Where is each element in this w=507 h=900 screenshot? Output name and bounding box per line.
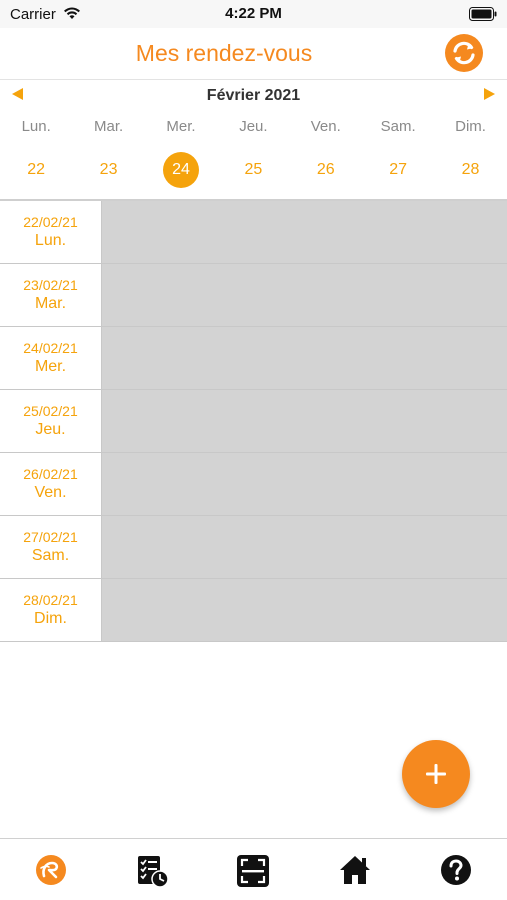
tab-bar — [0, 838, 507, 900]
agenda-weekday: Ven. — [34, 484, 67, 501]
agenda-date-cell: 28/02/21 Dim. — [0, 579, 102, 641]
agenda-weekday: Sam. — [31, 547, 70, 564]
agenda-slot[interactable] — [102, 579, 507, 641]
home-icon — [339, 856, 370, 884]
agenda-row: 27/02/21 Sam. — [0, 516, 507, 579]
agenda-slot[interactable] — [102, 327, 507, 389]
calendar-day[interactable]: 27 — [362, 152, 434, 188]
weekday-label: Dim. — [455, 118, 486, 135]
agenda-date-cell: 22/02/21 Lun. — [0, 201, 102, 263]
add-appointment-button[interactable] — [402, 740, 470, 808]
agenda-row: 25/02/21 Jeu. — [0, 390, 507, 453]
agenda-weekday: Dim. — [34, 610, 67, 627]
calendar-day-number: 27 — [389, 161, 408, 178]
agenda-slot[interactable] — [102, 516, 507, 578]
agenda-date: 22/02/21 — [23, 214, 78, 230]
agenda-date-cell: 27/02/21 Sam. — [0, 516, 102, 578]
tab-appointments[interactable] — [0, 839, 101, 900]
calendar-day-number: 24 — [162, 152, 199, 188]
next-week-icon[interactable] — [484, 88, 495, 100]
status-time: 4:22 PM — [225, 5, 282, 22]
battery-icon — [469, 7, 497, 26]
plus-icon — [426, 764, 446, 784]
sync-button[interactable] — [445, 34, 483, 72]
agenda-slot[interactable] — [102, 453, 507, 515]
checklist-clock-icon — [138, 856, 169, 888]
page-title: Mes rendez-vous — [135, 40, 313, 66]
calendar-day-number: 22 — [27, 161, 46, 178]
agenda-row: 22/02/21 Lun. — [0, 201, 507, 264]
agenda-date-cell: 26/02/21 Ven. — [0, 453, 102, 515]
calendar-day[interactable]: 26 — [290, 152, 362, 188]
calendar-day[interactable]: 22 — [0, 152, 72, 188]
agenda-row: 28/02/21 Dim. — [0, 579, 507, 642]
calendar-day[interactable]: 28 — [434, 152, 506, 188]
calendar-day-number: 28 — [461, 161, 480, 178]
sync-icon — [453, 41, 475, 65]
weekday-label: Ven. — [310, 118, 341, 135]
calendar-day[interactable]: 23 — [72, 152, 144, 188]
agenda-weekday: Lun. — [34, 232, 67, 249]
status-bar: Carrier 4:22 PM — [0, 0, 507, 28]
calendar-day-selected[interactable]: 24 — [145, 152, 217, 188]
tab-scan[interactable] — [203, 839, 304, 900]
calendar-day-number: 25 — [244, 161, 263, 178]
agenda-row: 23/02/21 Mar. — [0, 264, 507, 327]
agenda-slot[interactable] — [102, 390, 507, 452]
weekday-label: Mar. — [93, 118, 124, 135]
tab-tasks[interactable] — [101, 839, 202, 900]
week-days: 22 23 24 25 26 27 28 — [0, 152, 507, 188]
agenda-row: 26/02/21 Ven. — [0, 453, 507, 516]
calendar-nav: Février 2021 — [0, 82, 507, 110]
agenda-date: 27/02/21 — [23, 529, 78, 545]
scan-icon — [237, 855, 270, 887]
agenda-slot[interactable] — [102, 264, 507, 326]
weekday-label: Jeu. — [239, 118, 268, 135]
agenda-date: 28/02/21 — [23, 592, 78, 608]
calendar-day-number: 26 — [316, 161, 335, 178]
tab-help[interactable] — [406, 839, 507, 900]
agenda-date: 25/02/21 — [23, 403, 78, 419]
help-icon — [441, 855, 472, 885]
appointments-logo-icon — [35, 855, 66, 885]
weekday-label: Sam. — [380, 118, 416, 135]
agenda-date-cell: 25/02/21 Jeu. — [0, 390, 102, 452]
tab-home[interactable] — [304, 839, 405, 900]
calendar-day[interactable]: 25 — [217, 152, 289, 188]
calendar-day-number: 23 — [99, 161, 118, 178]
agenda-weekday: Mar. — [34, 295, 67, 312]
agenda-date-cell: 24/02/21 Mer. — [0, 327, 102, 389]
agenda-weekday: Jeu. — [35, 421, 66, 438]
weekday-label: Mer. — [166, 118, 196, 135]
agenda-date: 26/02/21 — [23, 466, 78, 482]
agenda-weekday: Mer. — [34, 358, 67, 375]
agenda-slot[interactable] — [102, 201, 507, 263]
agenda-date: 24/02/21 — [23, 340, 78, 356]
agenda-list: 22/02/21 Lun. 23/02/21 Mar. 24/02/21 Mer… — [0, 201, 507, 642]
agenda-date: 23/02/21 — [23, 277, 78, 293]
app-header: Mes rendez-vous — [0, 28, 507, 80]
month-label: Février 2021 — [206, 87, 301, 104]
agenda-date-cell: 23/02/21 Mar. — [0, 264, 102, 326]
agenda-row: 24/02/21 Mer. — [0, 327, 507, 390]
weekday-label: Lun. — [21, 118, 51, 135]
weekday-header: Lun. Mar. Mer. Jeu. Ven. Sam. Dim. — [0, 118, 507, 140]
